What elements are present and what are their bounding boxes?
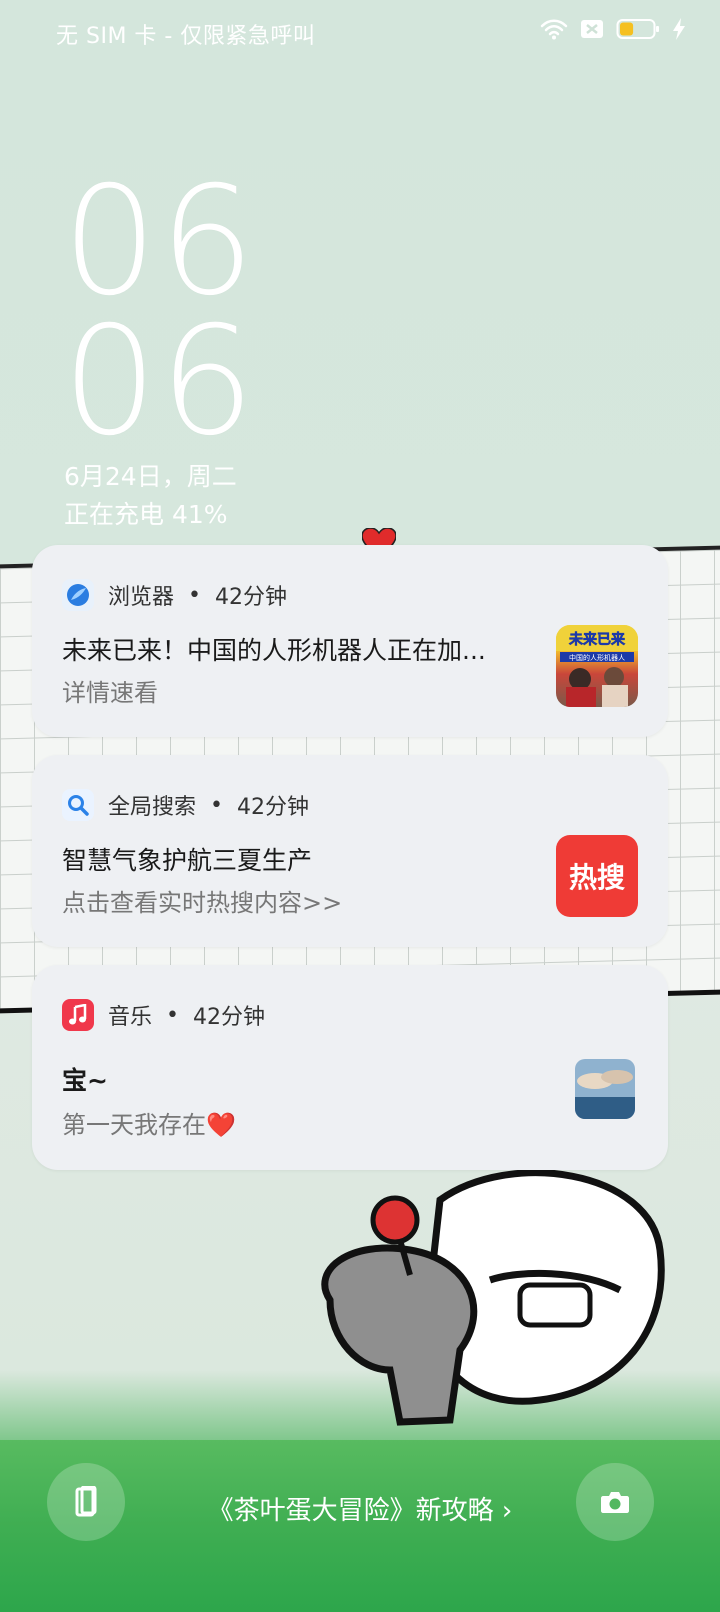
lockscreen-clock: 06 06 xyxy=(62,155,257,469)
notification-time: 42分钟 xyxy=(237,795,309,820)
notification-app-name: 全局搜索 xyxy=(108,795,197,820)
notification-dot: • xyxy=(210,792,223,818)
notification-dot: • xyxy=(188,582,201,608)
notification-subtitle: 点击查看实时热搜内容>> xyxy=(62,889,343,917)
hot-search-badge: 热搜 xyxy=(556,835,638,917)
notification-header: 音乐 • 42分钟 xyxy=(62,999,265,1031)
status-icons xyxy=(540,18,686,40)
browser-icon xyxy=(62,579,94,611)
battery-icon xyxy=(616,19,659,39)
wifi-icon xyxy=(540,19,568,40)
album-art-thumbnail xyxy=(575,1059,635,1119)
notification-app-name: 浏览器 xyxy=(108,585,175,610)
notification-time: 42分钟 xyxy=(215,585,287,610)
notification-header: 全局搜索 • 42分钟 xyxy=(62,789,309,821)
charging-status-text: 正在充电 41% xyxy=(64,500,228,529)
notification-title: 宝~ xyxy=(62,1066,108,1095)
notification-card-browser[interactable]: 浏览器 • 42分钟 未来已来！中国的人形机器人正在加... 详情速看 未来已来… xyxy=(32,545,668,737)
news-thumbnail-image: 未来已来 中国的人形机器人 xyxy=(556,625,638,707)
charging-bolt-icon xyxy=(673,18,685,40)
clock-minute: 06 xyxy=(62,295,257,469)
notification-dot: • xyxy=(166,1002,179,1028)
carrier-text: 无 SIM 卡 - 仅限紧急呼叫 xyxy=(56,24,316,49)
date-block: 6月24日，周二 正在充电 41% xyxy=(64,458,237,534)
clock-hour: 06 xyxy=(62,155,257,329)
search-icon xyxy=(62,789,94,821)
notification-card-music[interactable]: 音乐 • 42分钟 宝~ 第一天我存在❤️ xyxy=(32,965,668,1170)
notification-time: 42分钟 xyxy=(193,1005,265,1030)
music-icon xyxy=(62,999,94,1031)
wallpaper-cartoon-character xyxy=(321,1169,665,1426)
thumbnail-caption: 中国的人形机器人 xyxy=(569,653,625,662)
notification-subtitle: 第一天我存在❤️ xyxy=(62,1111,236,1139)
notification-subtitle: 详情速看 xyxy=(62,679,158,707)
date-text: 6月24日，周二 xyxy=(64,462,237,491)
thumbnail-headline: 未来已来 xyxy=(569,631,626,648)
notification-card-search[interactable]: 全局搜索 • 42分钟 智慧气象护航三夏生产 点击查看实时热搜内容>> 热搜 xyxy=(32,755,668,947)
promo-link[interactable]: 《茶叶蛋大冒险》新攻略 › xyxy=(0,1490,720,1527)
notification-title: 未来已来！中国的人形机器人正在加... xyxy=(62,636,486,665)
status-bar: 无 SIM 卡 - 仅限紧急呼叫 xyxy=(0,0,720,64)
notification-header: 浏览器 • 42分钟 xyxy=(62,579,287,611)
notification-title: 智慧气象护航三夏生产 xyxy=(62,846,313,875)
notification-thumbnail: 未来已来 中国的人形机器人 xyxy=(556,625,638,707)
no-sim-icon xyxy=(581,20,603,38)
hot-search-badge-text: 热搜 xyxy=(568,861,625,894)
notification-app-name: 音乐 xyxy=(108,1005,153,1030)
